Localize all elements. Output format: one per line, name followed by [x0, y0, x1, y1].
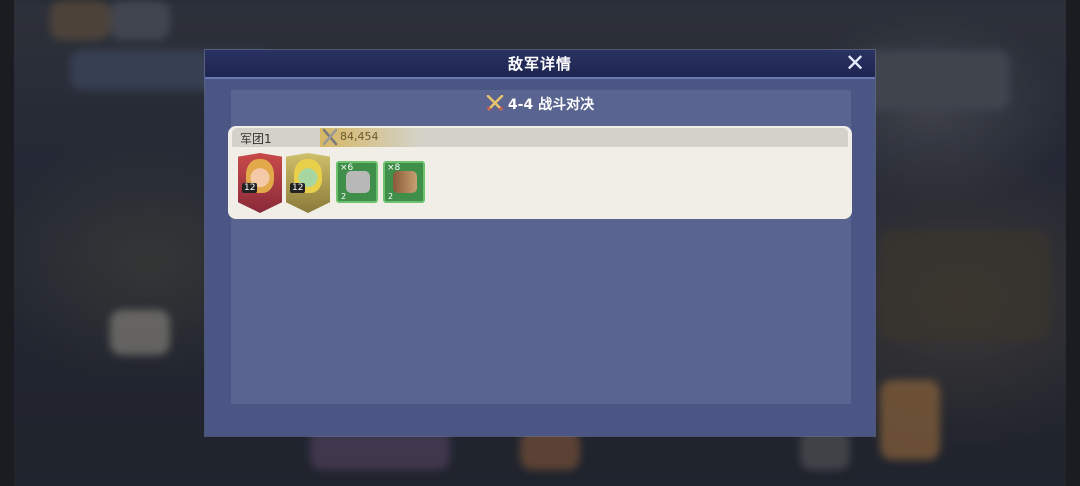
hero-level: 12 [290, 183, 306, 193]
legion-card: 军团1 84,454 12 12 ×6 2 ×8 2 [228, 126, 852, 219]
left-edge [0, 0, 14, 486]
hero-portrait-icon[interactable]: 12 [286, 153, 330, 213]
hero-level: 12 [242, 183, 258, 193]
legion-name: 军团1 [240, 132, 272, 146]
drill-troop-icon[interactable]: ×8 2 [383, 161, 425, 203]
troop-count: ×6 [340, 163, 354, 173]
crossed-swords-icon [486, 94, 504, 115]
close-button[interactable]: ✕ [843, 51, 867, 76]
wolf-troop-icon[interactable]: ×6 2 [336, 161, 378, 203]
battle-subtitle: 4-4 战斗对决 [205, 94, 875, 115]
modal-title: 敌军详情 [507, 55, 572, 73]
battle-subtitle-text: 4-4 战斗对决 [507, 97, 595, 113]
troop-tier: 2 [388, 192, 394, 201]
power-value: 84,454 [340, 130, 379, 143]
modal-header: 敌军详情 ✕ [205, 50, 875, 79]
troop-tier: 2 [341, 192, 347, 201]
legion-header: 军团1 84,454 [232, 128, 848, 147]
power-badge: 84,454 [320, 128, 420, 147]
troop-count: ×8 [387, 163, 401, 173]
crossed-swords-icon [322, 128, 338, 150]
hero-portrait-icon[interactable]: 12 [238, 153, 282, 213]
right-edge [1066, 0, 1080, 486]
enemy-details-modal: 敌军详情 ✕ 4-4 战斗对决 军团1 84,454 12 12 ×6 2 ×8… [205, 50, 875, 436]
